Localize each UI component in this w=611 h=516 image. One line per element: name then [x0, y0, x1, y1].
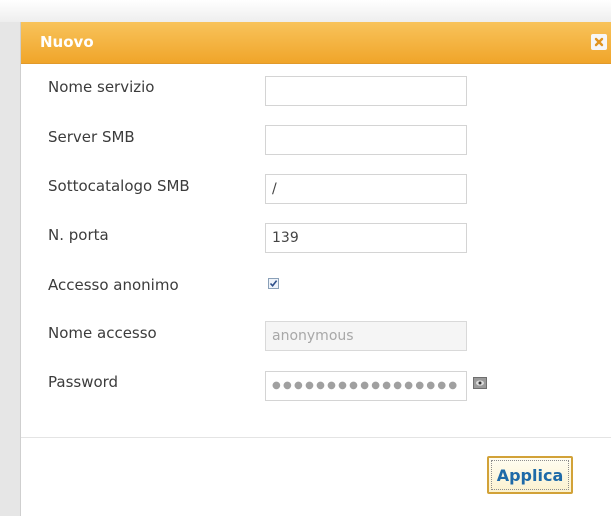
- service-name-label: Nome servizio: [48, 78, 155, 96]
- new-service-dialog: Nuovo Nome servizio Server SMB Sottocata…: [20, 22, 611, 516]
- smb-server-field[interactable]: [265, 125, 467, 155]
- smb-server-label: Server SMB: [48, 128, 135, 146]
- anonymous-access-label: Accesso anonimo: [48, 276, 179, 294]
- background-left: [0, 22, 20, 516]
- login-name-field[interactable]: [265, 321, 467, 351]
- port-field[interactable]: [265, 223, 467, 253]
- show-password-button[interactable]: [473, 377, 487, 389]
- close-x-icon: [594, 37, 604, 47]
- footer-divider: [21, 437, 611, 438]
- password-label: Password: [48, 373, 119, 391]
- dialog-titlebar: Nuovo: [21, 22, 611, 64]
- dialog-title: Nuovo: [40, 33, 94, 51]
- password-field[interactable]: ●●●●●●●●●●●●●●●●●: [265, 371, 467, 401]
- smb-subcatalog-label: Sottocatalogo SMB: [48, 177, 190, 195]
- close-button[interactable]: [591, 34, 607, 50]
- checkmark-icon: [269, 280, 278, 288]
- service-name-field[interactable]: [265, 76, 467, 106]
- background-top: [0, 0, 611, 22]
- port-label: N. porta: [48, 226, 109, 244]
- smb-subcatalog-field[interactable]: [265, 174, 467, 204]
- login-name-label: Nome accesso: [48, 324, 157, 342]
- eye-icon: [476, 380, 484, 386]
- anonymous-access-checkbox[interactable]: [268, 278, 279, 289]
- apply-button[interactable]: Applica: [487, 456, 573, 494]
